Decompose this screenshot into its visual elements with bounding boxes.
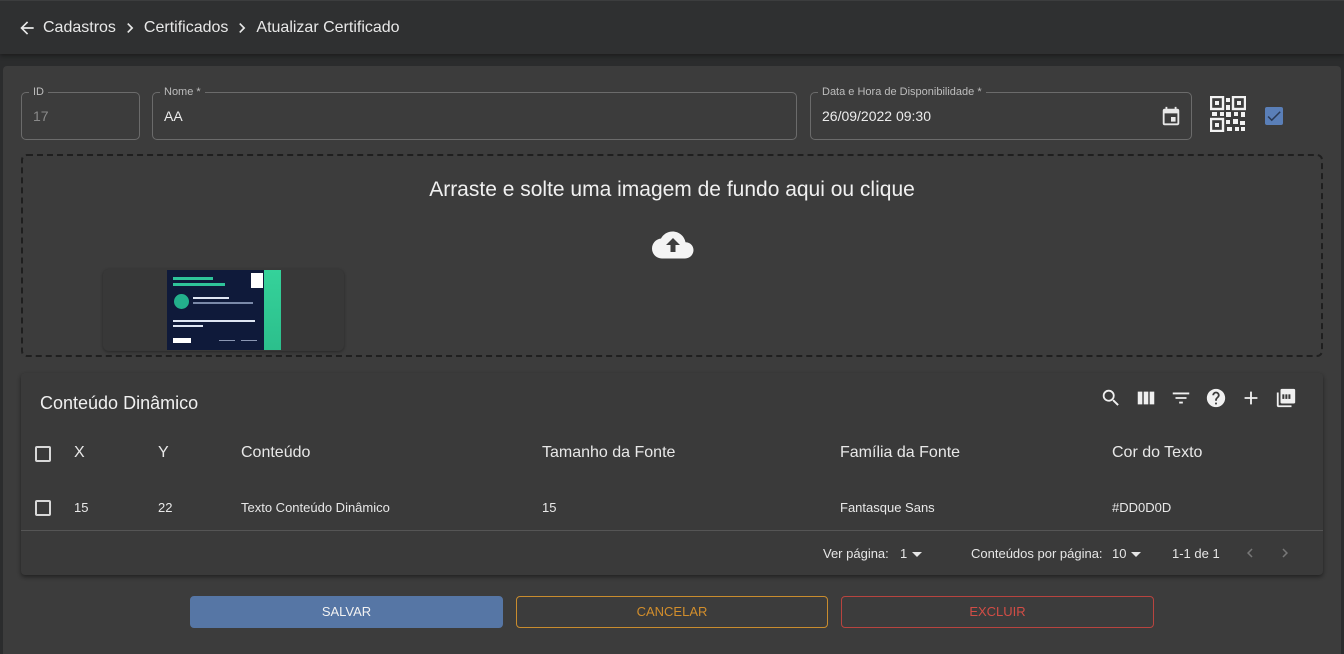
page-select[interactable]: 1 <box>900 546 923 561</box>
column-header-y[interactable]: Y <box>158 444 169 462</box>
uploaded-image-preview[interactable] <box>103 269 344 351</box>
dropzone-message: Arraste e solte uma imagem de fundo aqui… <box>429 178 915 201</box>
id-field[interactable]: ID 17 <box>21 86 140 140</box>
per-page-label: Conteúdos por página: <box>971 546 1103 561</box>
cloud-upload-icon[interactable] <box>652 230 694 260</box>
column-header-font-size[interactable]: Tamanho da Fonte <box>542 444 675 462</box>
cell-y: 22 <box>158 500 173 515</box>
enabled-checkbox[interactable] <box>1265 107 1283 125</box>
top-bar: Cadastros Certificados Atualizar Certifi… <box>0 0 1344 54</box>
table-toolbar <box>1088 386 1298 410</box>
select-all-checkbox[interactable] <box>35 446 51 462</box>
cell-x: 15 <box>74 500 89 515</box>
column-header-text-color[interactable]: Cor do Texto <box>1112 444 1202 462</box>
availability-value: 26/09/2022 09:30 <box>822 108 931 124</box>
per-page-select-value: 10 <box>1112 546 1127 561</box>
cell-font-family: Fantasque Sans <box>840 500 935 515</box>
table-divider <box>21 530 1323 531</box>
name-field[interactable]: Nome * AA <box>152 86 797 140</box>
page-label: Ver página: <box>823 546 889 561</box>
chevron-right-icon <box>120 18 140 38</box>
id-value: 17 <box>33 108 49 124</box>
name-value: AA <box>164 108 183 124</box>
main-panel: ID 17 Nome * AA Data e Hora de Disponibi… <box>3 66 1341 654</box>
help-icon[interactable] <box>1204 386 1228 410</box>
column-header-content[interactable]: Conteúdo <box>241 444 310 462</box>
dropdown-caret-icon <box>912 552 923 558</box>
background-image-dropzone[interactable]: Arraste e solte uma imagem de fundo aqui… <box>21 154 1323 357</box>
cancel-button[interactable]: CANCELAR <box>516 596 828 628</box>
filter-list-icon[interactable] <box>1169 386 1193 410</box>
search-icon[interactable] <box>1099 386 1123 410</box>
per-page-select[interactable]: 10 <box>1112 546 1142 561</box>
column-header-font-family[interactable]: Família da Fonte <box>840 444 960 462</box>
breadcrumb-item-current: Atualizar Certificado <box>256 19 400 36</box>
breadcrumb: Cadastros Certificados Atualizar Certifi… <box>17 17 400 39</box>
dropdown-caret-icon <box>1131 552 1142 558</box>
availability-datetime-field[interactable]: Data e Hora de Disponibilidade * 26/09/2… <box>810 86 1192 140</box>
row-checkbox[interactable] <box>35 500 51 516</box>
table-title: Conteúdo Dinâmico <box>40 393 199 413</box>
page-select-value: 1 <box>900 546 908 561</box>
breadcrumb-item-cadastros[interactable]: Cadastros <box>43 19 116 37</box>
calendar-icon[interactable] <box>1160 106 1182 128</box>
cell-font-size: 15 <box>542 500 557 515</box>
delete-button[interactable]: EXCLUIR <box>841 596 1154 628</box>
qr-code-icon[interactable] <box>1209 95 1247 133</box>
add-icon[interactable] <box>1239 386 1263 410</box>
column-header-x[interactable]: X <box>74 444 85 462</box>
save-button[interactable]: SALVAR <box>190 596 503 628</box>
page-range: 1-1 de 1 <box>1172 546 1220 561</box>
availability-label: Data e Hora de Disponibilidade * <box>818 86 986 99</box>
dynamic-content-table: Conteúdo Dinâmico X Y Conteúdo Tamanho d… <box>21 373 1323 575</box>
arrow-back-icon[interactable] <box>17 18 37 38</box>
breadcrumb-item-certificados[interactable]: Certificados <box>144 19 228 37</box>
view-columns-icon[interactable] <box>1134 386 1158 410</box>
cell-content: Texto Conteúdo Dinâmico <box>241 500 390 515</box>
cell-text-color: #DD0D0D <box>1112 500 1172 515</box>
pdf-export-icon[interactable] <box>1274 386 1298 410</box>
next-page-icon[interactable] <box>1276 544 1294 562</box>
id-label: ID <box>29 86 48 99</box>
certificate-thumbnail <box>167 270 281 350</box>
name-label: Nome * <box>160 86 205 99</box>
chevron-right-icon <box>232 18 252 38</box>
previous-page-icon[interactable] <box>1241 544 1259 562</box>
